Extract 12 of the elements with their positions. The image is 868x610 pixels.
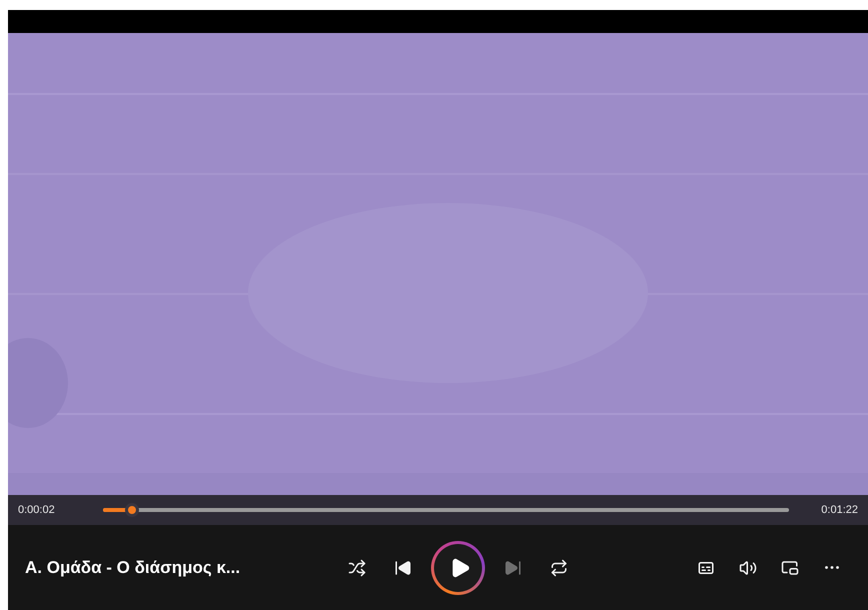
duration-time: 0:01:22 <box>820 502 858 518</box>
next-icon <box>504 558 522 576</box>
shuffle-icon <box>348 558 366 576</box>
repeat-icon <box>550 558 568 576</box>
track-title: Α. Ομάδα - Ο διάσημος κ... <box>25 556 242 579</box>
more-icon <box>825 566 839 569</box>
elapsed-time: 0:00:02 <box>18 502 56 518</box>
volume-icon <box>739 558 757 576</box>
previous-icon <box>394 558 412 576</box>
mini-player-icon <box>781 558 799 576</box>
play-button[interactable] <box>431 540 485 594</box>
seek-thumb[interactable] <box>125 503 140 517</box>
